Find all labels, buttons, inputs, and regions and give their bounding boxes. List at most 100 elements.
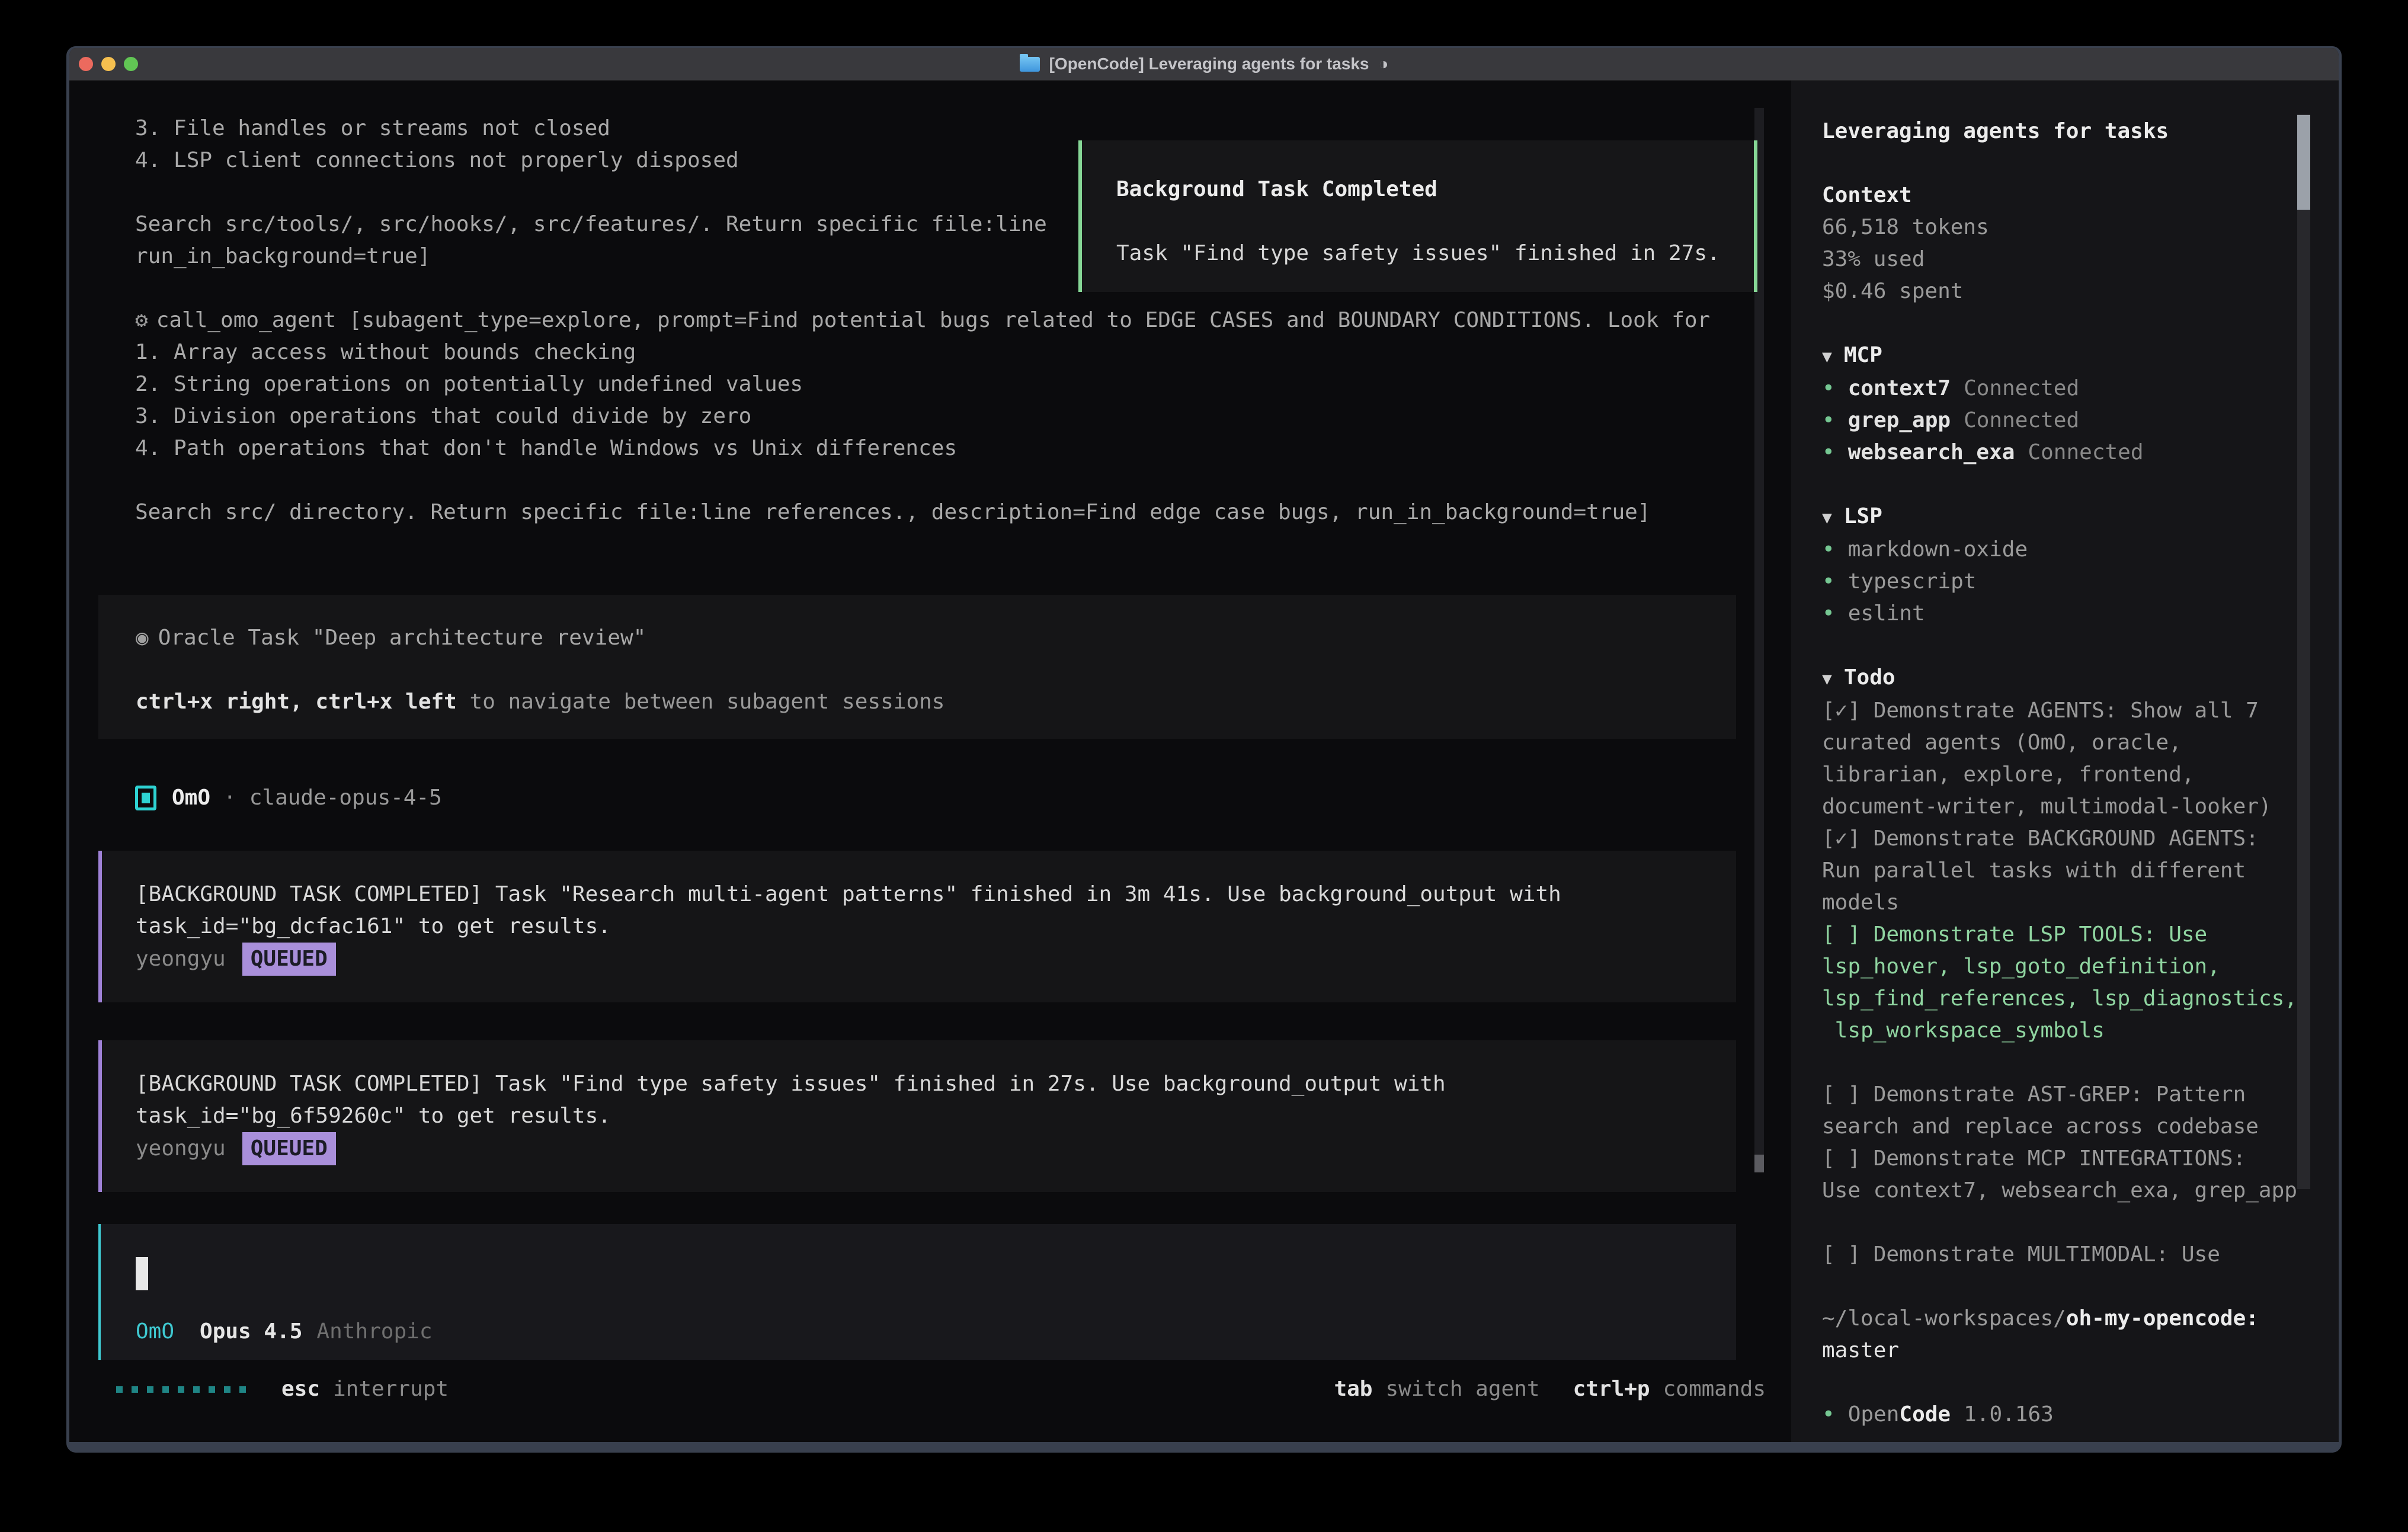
todo-item: [ ] Demonstrate AST-GREP: Pattern search… bbox=[1822, 1079, 2339, 1143]
input-provider-label: Anthropic bbox=[316, 1316, 432, 1348]
titlebar[interactable]: [OpenCode] Leveraging agents for tasks ◑ bbox=[69, 48, 2339, 81]
todo-section-header[interactable]: ▼ Todo bbox=[1822, 662, 2339, 695]
task-message-meta: yeongyu QUEUED bbox=[136, 1132, 1736, 1165]
context-heading: Context bbox=[1822, 180, 2339, 211]
folder-icon bbox=[1020, 57, 1040, 72]
todo-item: [ ] Demonstrate MULTIMODAL: Use bbox=[1822, 1239, 2339, 1271]
window-title: [OpenCode] Leveraging agents for tasks ◑ bbox=[1020, 55, 1389, 73]
minimize-button[interactable] bbox=[101, 57, 116, 71]
todo-item: [✓] Demonstrate AGENTS: Show all 7 curat… bbox=[1822, 695, 2339, 823]
agent-call-text: call_omo_agent [subagent_type=explore, p… bbox=[156, 308, 1711, 332]
bullet-icon: • bbox=[1822, 598, 1835, 630]
separator-dot: · bbox=[223, 782, 236, 814]
status-badge: QUEUED bbox=[242, 943, 336, 976]
mcp-item: • grep_app Connected bbox=[1822, 405, 2339, 437]
lsp-item: • markdown-oxide bbox=[1822, 534, 2339, 566]
mcp-item: • websearch_exa Connected bbox=[1822, 437, 2339, 469]
agent-call-line: ⚙ call_omo_agent [subagent_type=explore, … bbox=[135, 305, 1770, 336]
lsp-section-header[interactable]: ▼LSP bbox=[1822, 501, 2339, 534]
hint-shortcut-keys: ctrl+x right, ctrl+x left bbox=[136, 690, 457, 714]
spinner-dot bbox=[178, 1386, 184, 1393]
mcp-item-status: Connected bbox=[1964, 405, 2079, 437]
mcp-section-header[interactable]: ▼MCP bbox=[1822, 339, 2339, 373]
mcp-item-status: Connected bbox=[2028, 437, 2143, 469]
text-cursor bbox=[136, 1257, 148, 1290]
spinner-dot bbox=[132, 1386, 138, 1393]
task-author: yeongyu bbox=[136, 943, 226, 975]
opencode-window: [OpenCode] Leveraging agents for tasks ◑… bbox=[66, 46, 2342, 1453]
workspace-path-prefix: ~/local-workspaces/ bbox=[1822, 1306, 2066, 1331]
background-task-notification: Background Task Completed Task "Find typ… bbox=[1078, 140, 1757, 292]
fisheye-icon: ◉ bbox=[136, 626, 149, 650]
gear-icon: ⚙ bbox=[135, 308, 148, 332]
todo-heading: Todo bbox=[1844, 665, 1895, 690]
agent-model: claude-opus-4-5 bbox=[249, 782, 442, 814]
sidebar-footer: • OpenCode 1.0.163 bbox=[1822, 1399, 2339, 1431]
mcp-item: • context7 Connected bbox=[1822, 373, 2339, 405]
notification-body: Task "Find type safety issues" finished … bbox=[1116, 238, 1754, 270]
traffic-lights bbox=[79, 57, 138, 71]
app-version: 1.0.163 bbox=[1964, 1399, 2054, 1431]
agent-square-icon bbox=[135, 786, 156, 810]
tab-key-hint: tab bbox=[1334, 1373, 1372, 1405]
context-details: 66,518 tokens 33% used $0.46 spent bbox=[1822, 211, 2339, 307]
session-sidebar: Leveraging agents for tasks Context 66,5… bbox=[1791, 81, 2339, 1442]
collapse-triangle-icon: ▼ bbox=[1822, 347, 1832, 366]
ctrlp-key-hint: ctrl+p bbox=[1573, 1373, 1650, 1405]
ctrlp-key-label: commands bbox=[1663, 1373, 1766, 1405]
lsp-item-name: markdown-oxide bbox=[1848, 534, 2028, 566]
half-circle-icon: ◑ bbox=[1378, 55, 1388, 73]
lsp-item: • eslint bbox=[1822, 598, 2339, 630]
hint-description: to navigate between subagent sessions bbox=[457, 690, 945, 714]
sidebar-scrollbar[interactable] bbox=[2297, 114, 2310, 1189]
status-bar-left: esc interrupt bbox=[116, 1373, 449, 1405]
task-message: [BACKGROUND TASK COMPLETED] Task "Resear… bbox=[98, 851, 1736, 1002]
task-message: [BACKGROUND TASK COMPLETED] Task "Find t… bbox=[98, 1040, 1736, 1192]
mcp-item-name: websearch_exa bbox=[1848, 437, 2015, 469]
lsp-item: • typescript bbox=[1822, 566, 2339, 598]
input-footer: OmO Opus 4.5 Anthropic bbox=[136, 1316, 433, 1348]
collapse-triangle-icon: ▼ bbox=[1822, 669, 1832, 688]
status-badge: QUEUED bbox=[242, 1132, 336, 1165]
spinner-dot bbox=[116, 1386, 123, 1393]
mcp-item-status: Connected bbox=[1964, 373, 2079, 405]
window-title-text: [OpenCode] Leveraging agents for tasks bbox=[1049, 55, 1369, 73]
lsp-heading: LSP bbox=[1844, 504, 1882, 528]
status-bar-right: tab switch agent ctrl+p commands bbox=[1334, 1373, 1766, 1405]
task-message-meta: yeongyu QUEUED bbox=[136, 943, 1736, 976]
mcp-item-name: grep_app bbox=[1848, 405, 1951, 437]
workspace-path: ~/local-workspaces/oh-my-opencode: bbox=[1822, 1303, 2339, 1335]
close-button[interactable] bbox=[79, 57, 93, 71]
notification-title: Background Task Completed bbox=[1116, 174, 1754, 206]
input-model-label: Opus 4.5 bbox=[200, 1316, 302, 1348]
mcp-item-name: context7 bbox=[1848, 373, 1951, 405]
agent-name: OmO bbox=[172, 782, 210, 814]
workspace-branch: master bbox=[1822, 1335, 2339, 1367]
spinner-dot bbox=[209, 1386, 215, 1393]
lsp-item-name: typescript bbox=[1848, 566, 1977, 598]
oracle-task-line: ◉ Oracle Task "Deep architecture review" bbox=[136, 622, 1736, 654]
spinner-dot bbox=[193, 1386, 200, 1393]
bullet-icon: • bbox=[1822, 566, 1835, 598]
oracle-task-box: ◉Oracle Task "Deep architecture review" … bbox=[98, 595, 1736, 739]
bullet-icon: • bbox=[1822, 534, 1835, 566]
oracle-task-title: Oracle Task "Deep architecture review" bbox=[158, 626, 646, 650]
agent-session-header: OmO · claude-opus-4-5 bbox=[135, 781, 442, 815]
spinner-dot bbox=[224, 1386, 230, 1393]
spinner-dots bbox=[116, 1386, 246, 1393]
bullet-icon: • bbox=[1822, 437, 1835, 469]
navigation-hint: ctrl+x right, ctrl+x left to navigate be… bbox=[136, 686, 1736, 718]
chat-scrollbar-thumb[interactable] bbox=[1754, 1155, 1764, 1172]
bullet-icon: • bbox=[1822, 1399, 1835, 1431]
tab-key-label: switch agent bbox=[1385, 1373, 1539, 1405]
spinner-dot bbox=[147, 1386, 153, 1393]
sidebar-scrollbar-thumb[interactable] bbox=[2297, 115, 2310, 210]
bullet-icon: • bbox=[1822, 373, 1835, 405]
agent-call-tail: Search src/ directory. Return specific f… bbox=[135, 496, 1770, 528]
maximize-button[interactable] bbox=[124, 57, 138, 71]
todo-item: [ ] Demonstrate LSP TOOLS: Use lsp_hover… bbox=[1822, 919, 2339, 1047]
spinner-dot bbox=[239, 1386, 246, 1393]
prompt-input[interactable]: OmO Opus 4.5 Anthropic bbox=[98, 1224, 1736, 1360]
task-message-text: [BACKGROUND TASK COMPLETED] Task "Resear… bbox=[136, 879, 1736, 943]
session-title: Leveraging agents for tasks bbox=[1822, 116, 2339, 148]
